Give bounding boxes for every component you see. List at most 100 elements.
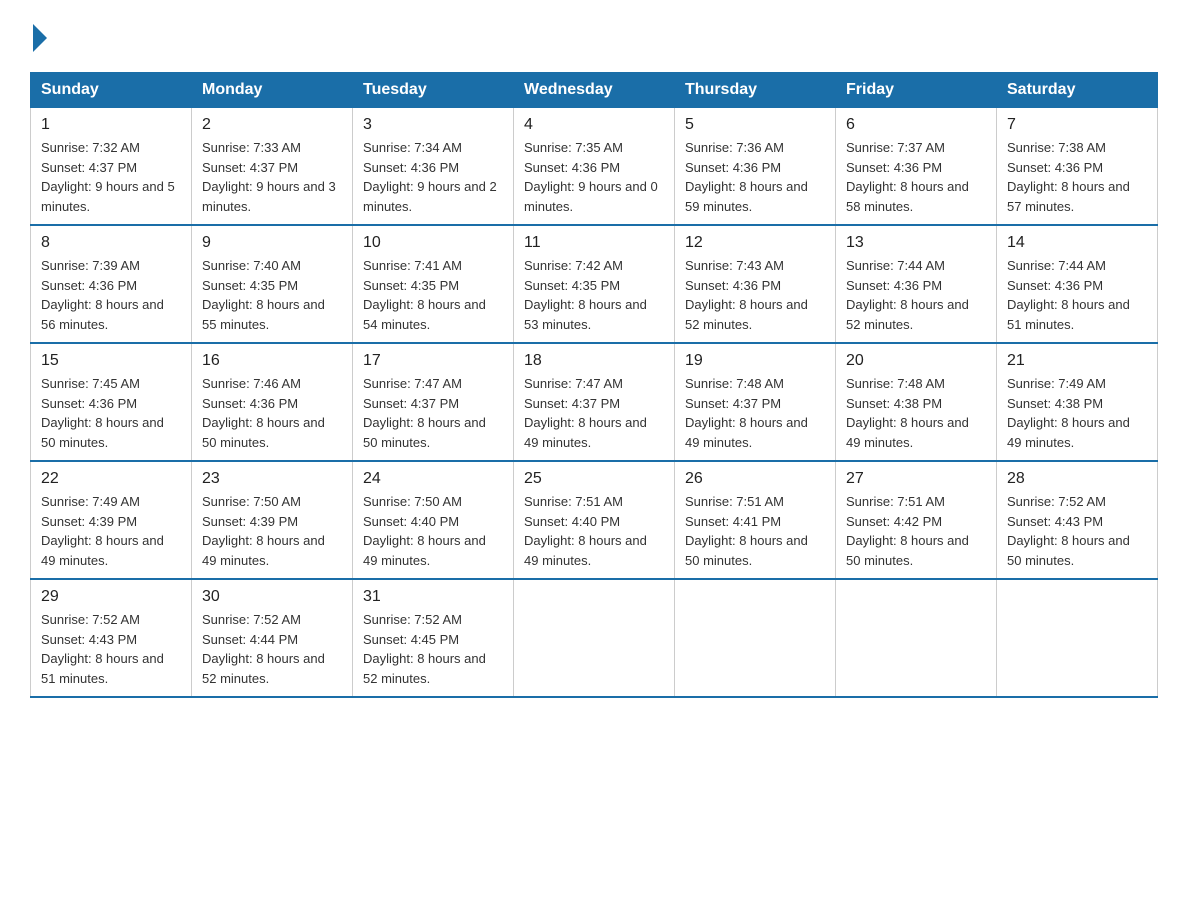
day-number: 25: [524, 470, 664, 488]
calendar-cell: 26 Sunrise: 7:51 AMSunset: 4:41 PMDaylig…: [675, 461, 836, 579]
calendar-cell: 8 Sunrise: 7:39 AMSunset: 4:36 PMDayligh…: [31, 225, 192, 343]
day-info: Sunrise: 7:32 AMSunset: 4:37 PMDaylight:…: [41, 140, 175, 214]
day-info: Sunrise: 7:49 AMSunset: 4:38 PMDaylight:…: [1007, 376, 1130, 450]
day-number: 10: [363, 234, 503, 252]
day-number: 30: [202, 588, 342, 606]
day-info: Sunrise: 7:51 AMSunset: 4:40 PMDaylight:…: [524, 494, 647, 568]
calendar-week-row: 15 Sunrise: 7:45 AMSunset: 4:36 PMDaylig…: [31, 343, 1158, 461]
calendar-cell: 16 Sunrise: 7:46 AMSunset: 4:36 PMDaylig…: [192, 343, 353, 461]
day-number: 9: [202, 234, 342, 252]
header-saturday: Saturday: [997, 73, 1158, 108]
calendar-cell: 19 Sunrise: 7:48 AMSunset: 4:37 PMDaylig…: [675, 343, 836, 461]
calendar-cell: 2 Sunrise: 7:33 AMSunset: 4:37 PMDayligh…: [192, 108, 353, 226]
day-info: Sunrise: 7:43 AMSunset: 4:36 PMDaylight:…: [685, 258, 808, 332]
header-sunday: Sunday: [31, 73, 192, 108]
calendar-cell: [836, 579, 997, 697]
calendar-table: Sunday Monday Tuesday Wednesday Thursday…: [30, 72, 1158, 698]
day-number: 6: [846, 116, 986, 134]
day-info: Sunrise: 7:34 AMSunset: 4:36 PMDaylight:…: [363, 140, 497, 214]
calendar-cell: 18 Sunrise: 7:47 AMSunset: 4:37 PMDaylig…: [514, 343, 675, 461]
day-info: Sunrise: 7:44 AMSunset: 4:36 PMDaylight:…: [846, 258, 969, 332]
logo-arrow-icon: [33, 24, 47, 52]
calendar-cell: 11 Sunrise: 7:42 AMSunset: 4:35 PMDaylig…: [514, 225, 675, 343]
calendar-cell: 5 Sunrise: 7:36 AMSunset: 4:36 PMDayligh…: [675, 108, 836, 226]
calendar-week-row: 22 Sunrise: 7:49 AMSunset: 4:39 PMDaylig…: [31, 461, 1158, 579]
day-info: Sunrise: 7:39 AMSunset: 4:36 PMDaylight:…: [41, 258, 164, 332]
day-number: 24: [363, 470, 503, 488]
day-number: 7: [1007, 116, 1147, 134]
day-info: Sunrise: 7:38 AMSunset: 4:36 PMDaylight:…: [1007, 140, 1130, 214]
day-number: 21: [1007, 352, 1147, 370]
calendar-cell: 27 Sunrise: 7:51 AMSunset: 4:42 PMDaylig…: [836, 461, 997, 579]
day-number: 27: [846, 470, 986, 488]
day-number: 26: [685, 470, 825, 488]
day-info: Sunrise: 7:50 AMSunset: 4:39 PMDaylight:…: [202, 494, 325, 568]
calendar-cell: 7 Sunrise: 7:38 AMSunset: 4:36 PMDayligh…: [997, 108, 1158, 226]
calendar-cell: 3 Sunrise: 7:34 AMSunset: 4:36 PMDayligh…: [353, 108, 514, 226]
day-info: Sunrise: 7:37 AMSunset: 4:36 PMDaylight:…: [846, 140, 969, 214]
calendar-cell: 30 Sunrise: 7:52 AMSunset: 4:44 PMDaylig…: [192, 579, 353, 697]
day-info: Sunrise: 7:41 AMSunset: 4:35 PMDaylight:…: [363, 258, 486, 332]
day-info: Sunrise: 7:48 AMSunset: 4:38 PMDaylight:…: [846, 376, 969, 450]
day-number: 17: [363, 352, 503, 370]
calendar-cell: [997, 579, 1158, 697]
day-info: Sunrise: 7:46 AMSunset: 4:36 PMDaylight:…: [202, 376, 325, 450]
day-number: 20: [846, 352, 986, 370]
day-number: 18: [524, 352, 664, 370]
day-info: Sunrise: 7:50 AMSunset: 4:40 PMDaylight:…: [363, 494, 486, 568]
day-number: 4: [524, 116, 664, 134]
day-info: Sunrise: 7:49 AMSunset: 4:39 PMDaylight:…: [41, 494, 164, 568]
calendar-week-row: 8 Sunrise: 7:39 AMSunset: 4:36 PMDayligh…: [31, 225, 1158, 343]
day-info: Sunrise: 7:47 AMSunset: 4:37 PMDaylight:…: [363, 376, 486, 450]
calendar-cell: 21 Sunrise: 7:49 AMSunset: 4:38 PMDaylig…: [997, 343, 1158, 461]
day-info: Sunrise: 7:33 AMSunset: 4:37 PMDaylight:…: [202, 140, 336, 214]
day-info: Sunrise: 7:40 AMSunset: 4:35 PMDaylight:…: [202, 258, 325, 332]
calendar-cell: 25 Sunrise: 7:51 AMSunset: 4:40 PMDaylig…: [514, 461, 675, 579]
calendar-cell: 10 Sunrise: 7:41 AMSunset: 4:35 PMDaylig…: [353, 225, 514, 343]
day-info: Sunrise: 7:52 AMSunset: 4:43 PMDaylight:…: [1007, 494, 1130, 568]
day-info: Sunrise: 7:36 AMSunset: 4:36 PMDaylight:…: [685, 140, 808, 214]
calendar-cell: 28 Sunrise: 7:52 AMSunset: 4:43 PMDaylig…: [997, 461, 1158, 579]
day-number: 19: [685, 352, 825, 370]
day-number: 22: [41, 470, 181, 488]
day-number: 12: [685, 234, 825, 252]
calendar-header-row: Sunday Monday Tuesday Wednesday Thursday…: [31, 73, 1158, 108]
calendar-cell: 22 Sunrise: 7:49 AMSunset: 4:39 PMDaylig…: [31, 461, 192, 579]
day-number: 2: [202, 116, 342, 134]
day-number: 11: [524, 234, 664, 252]
day-number: 16: [202, 352, 342, 370]
calendar-cell: 17 Sunrise: 7:47 AMSunset: 4:37 PMDaylig…: [353, 343, 514, 461]
day-number: 5: [685, 116, 825, 134]
day-number: 1: [41, 116, 181, 134]
header-tuesday: Tuesday: [353, 73, 514, 108]
calendar-cell: 12 Sunrise: 7:43 AMSunset: 4:36 PMDaylig…: [675, 225, 836, 343]
day-number: 13: [846, 234, 986, 252]
day-info: Sunrise: 7:52 AMSunset: 4:43 PMDaylight:…: [41, 612, 164, 686]
day-number: 8: [41, 234, 181, 252]
calendar-cell: 31 Sunrise: 7:52 AMSunset: 4:45 PMDaylig…: [353, 579, 514, 697]
day-info: Sunrise: 7:35 AMSunset: 4:36 PMDaylight:…: [524, 140, 658, 214]
calendar-cell: 15 Sunrise: 7:45 AMSunset: 4:36 PMDaylig…: [31, 343, 192, 461]
day-info: Sunrise: 7:42 AMSunset: 4:35 PMDaylight:…: [524, 258, 647, 332]
calendar-cell: 1 Sunrise: 7:32 AMSunset: 4:37 PMDayligh…: [31, 108, 192, 226]
calendar-week-row: 1 Sunrise: 7:32 AMSunset: 4:37 PMDayligh…: [31, 108, 1158, 226]
calendar-cell: [675, 579, 836, 697]
day-info: Sunrise: 7:52 AMSunset: 4:44 PMDaylight:…: [202, 612, 325, 686]
day-info: Sunrise: 7:48 AMSunset: 4:37 PMDaylight:…: [685, 376, 808, 450]
calendar-cell: 6 Sunrise: 7:37 AMSunset: 4:36 PMDayligh…: [836, 108, 997, 226]
calendar-cell: 20 Sunrise: 7:48 AMSunset: 4:38 PMDaylig…: [836, 343, 997, 461]
day-info: Sunrise: 7:51 AMSunset: 4:42 PMDaylight:…: [846, 494, 969, 568]
day-info: Sunrise: 7:44 AMSunset: 4:36 PMDaylight:…: [1007, 258, 1130, 332]
calendar-cell: 23 Sunrise: 7:50 AMSunset: 4:39 PMDaylig…: [192, 461, 353, 579]
day-info: Sunrise: 7:51 AMSunset: 4:41 PMDaylight:…: [685, 494, 808, 568]
day-number: 28: [1007, 470, 1147, 488]
day-info: Sunrise: 7:45 AMSunset: 4:36 PMDaylight:…: [41, 376, 164, 450]
day-info: Sunrise: 7:52 AMSunset: 4:45 PMDaylight:…: [363, 612, 486, 686]
day-number: 23: [202, 470, 342, 488]
day-number: 29: [41, 588, 181, 606]
calendar-cell: 14 Sunrise: 7:44 AMSunset: 4:36 PMDaylig…: [997, 225, 1158, 343]
day-number: 14: [1007, 234, 1147, 252]
calendar-cell: 13 Sunrise: 7:44 AMSunset: 4:36 PMDaylig…: [836, 225, 997, 343]
calendar-week-row: 29 Sunrise: 7:52 AMSunset: 4:43 PMDaylig…: [31, 579, 1158, 697]
header-friday: Friday: [836, 73, 997, 108]
